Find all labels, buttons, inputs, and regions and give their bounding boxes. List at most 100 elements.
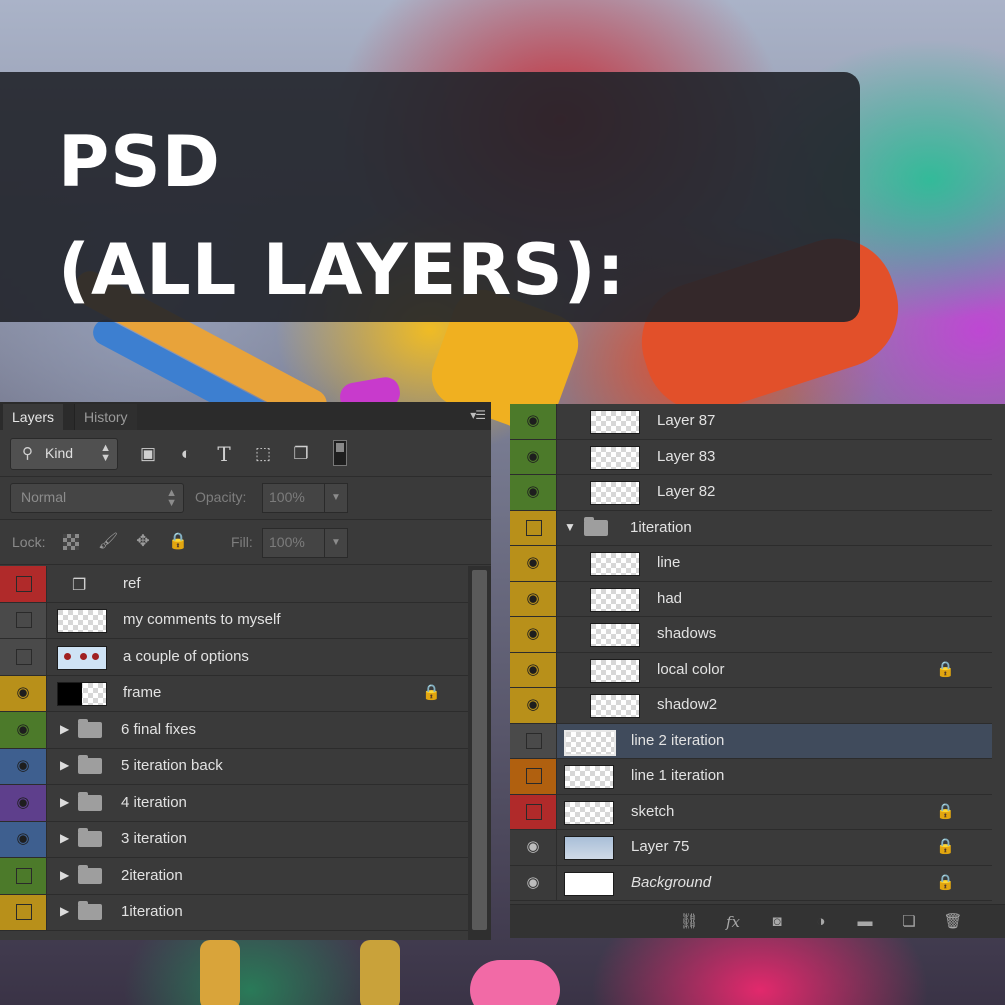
- fill-field[interactable]: 100% ▼: [262, 528, 348, 558]
- layer-row[interactable]: ◉ local color 🔒: [510, 652, 992, 688]
- visibility-cell[interactable]: ◉: [510, 688, 557, 723]
- visibility-cell[interactable]: [0, 639, 47, 675]
- panel-menu-icon[interactable]: ▾☰: [470, 408, 486, 422]
- visibility-cell[interactable]: ◉: [0, 675, 47, 711]
- visibility-cell[interactable]: [0, 602, 47, 638]
- eye-icon[interactable]: ◉: [523, 838, 543, 856]
- layer-row[interactable]: ◉ shadows: [510, 617, 992, 653]
- chevron-down-icon[interactable]: ▼: [324, 529, 347, 557]
- opacity-field[interactable]: 100% ▼: [262, 483, 348, 513]
- layer-row[interactable]: ◉ Background 🔒: [510, 865, 992, 901]
- visibility-cell[interactable]: ◉: [0, 712, 47, 748]
- lock-all-icon[interactable]: 🔒: [168, 532, 188, 552]
- expand-caret-icon[interactable]: ▶: [60, 795, 69, 809]
- visibility-cell[interactable]: ◉: [510, 404, 557, 439]
- expand-caret-icon[interactable]: ▶: [60, 722, 69, 736]
- tab-layers[interactable]: Layers: [3, 404, 64, 430]
- layer-row[interactable]: ▼ 1iteration: [510, 510, 992, 546]
- layer-row[interactable]: ▶ 2iteration: [0, 858, 468, 895]
- eye-icon[interactable]: ◉: [13, 684, 33, 702]
- lock-image-pixels-icon[interactable]: 🖌: [98, 532, 118, 552]
- eye-icon[interactable]: ◉: [523, 696, 543, 714]
- visibility-cell[interactable]: ◉: [0, 748, 47, 784]
- pixel-filter-icon[interactable]: ▣: [137, 443, 159, 465]
- lock-position-icon[interactable]: ✥: [133, 532, 153, 552]
- visibility-cell[interactable]: ◉: [510, 546, 557, 581]
- visibility-cell[interactable]: [510, 759, 557, 794]
- tab-history[interactable]: History: [74, 404, 137, 430]
- visibility-cell[interactable]: [0, 858, 47, 894]
- layer-row[interactable]: line 2 iteration: [510, 723, 992, 759]
- mask-icon[interactable]: ◙: [766, 911, 788, 933]
- layer-row[interactable]: my comments to myself: [0, 602, 468, 639]
- visibility-toggle-box[interactable]: [526, 803, 542, 820]
- type-filter-icon[interactable]: T: [213, 443, 235, 465]
- layer-row[interactable]: ◉ Layer 87: [510, 404, 992, 440]
- adjustment-filter-icon[interactable]: ◐: [175, 443, 197, 465]
- scrollbar[interactable]: [468, 566, 491, 940]
- new-group-icon[interactable]: ▬: [854, 911, 876, 933]
- eye-icon[interactable]: ◉: [13, 830, 33, 848]
- visibility-toggle-box[interactable]: [16, 904, 32, 921]
- layer-row[interactable]: ◉ line: [510, 546, 992, 582]
- visibility-cell[interactable]: ◉: [0, 821, 47, 857]
- collapse-caret-icon[interactable]: ▼: [564, 520, 576, 534]
- layer-row[interactable]: ◉ ▶ 6 final fixes: [0, 712, 468, 749]
- eye-icon[interactable]: ◉: [13, 757, 33, 775]
- layer-row[interactable]: line 1 iteration: [510, 759, 992, 795]
- visibility-cell[interactable]: ◉: [510, 439, 557, 474]
- visibility-toggle-box[interactable]: [16, 648, 32, 665]
- visibility-toggle-box[interactable]: [526, 732, 542, 749]
- layer-row[interactable]: ◉ shadow2: [510, 688, 992, 724]
- eye-icon[interactable]: ◉: [523, 483, 543, 501]
- layer-row[interactable]: ▶ 1iteration: [0, 894, 468, 931]
- layer-row[interactable]: sketch 🔒: [510, 794, 992, 830]
- filter-toggle[interactable]: [333, 440, 347, 466]
- visibility-cell[interactable]: ◉: [510, 475, 557, 510]
- visibility-cell[interactable]: [510, 510, 557, 545]
- expand-caret-icon[interactable]: ▶: [60, 904, 69, 918]
- scrollbar-thumb[interactable]: [472, 570, 487, 930]
- visibility-toggle-box[interactable]: [16, 575, 32, 592]
- visibility-toggle-box[interactable]: [526, 768, 542, 785]
- visibility-cell[interactable]: [510, 723, 557, 758]
- chevron-down-icon[interactable]: ▼: [324, 484, 347, 512]
- visibility-cell[interactable]: ◉: [510, 617, 557, 652]
- link-icon[interactable]: ⛓: [678, 911, 700, 933]
- eye-icon[interactable]: ◉: [523, 554, 543, 572]
- trash-icon[interactable]: 🗑: [942, 911, 964, 933]
- layer-row[interactable]: ◉ Layer 83: [510, 439, 992, 475]
- lock-transparent-pixels-icon[interactable]: [63, 534, 79, 550]
- visibility-cell[interactable]: ◉: [510, 581, 557, 616]
- layer-row[interactable]: ◉ frame 🔒: [0, 675, 468, 712]
- layer-row[interactable]: ◉ Layer 82: [510, 475, 992, 511]
- visibility-cell[interactable]: [0, 566, 47, 602]
- adjustment-icon[interactable]: ◑: [810, 911, 832, 933]
- visibility-cell[interactable]: ◉: [510, 830, 557, 865]
- visibility-toggle-box[interactable]: [16, 612, 32, 629]
- eye-icon[interactable]: ◉: [13, 794, 33, 812]
- visibility-toggle-box[interactable]: [16, 867, 32, 884]
- visibility-cell[interactable]: [510, 794, 557, 829]
- blend-mode-select[interactable]: Normal ▲ ▼: [10, 483, 184, 513]
- expand-caret-icon[interactable]: ▶: [60, 758, 69, 772]
- new-layer-icon[interactable]: ❏: [898, 911, 920, 933]
- smart-object-filter-icon[interactable]: ❐: [290, 443, 312, 465]
- eye-icon[interactable]: ◉: [523, 625, 543, 643]
- eye-icon[interactable]: ◉: [523, 874, 543, 892]
- visibility-toggle-box[interactable]: [526, 519, 542, 536]
- fx-icon[interactable]: fx: [722, 911, 744, 933]
- eye-icon[interactable]: ◉: [523, 661, 543, 679]
- visibility-cell[interactable]: ◉: [510, 865, 557, 900]
- layer-row[interactable]: ◉ ▶ 3 iteration: [0, 821, 468, 858]
- layer-row[interactable]: ◉ had: [510, 581, 992, 617]
- eye-icon[interactable]: ◉: [523, 590, 543, 608]
- layer-row[interactable]: ◉ Layer 75 🔒: [510, 830, 992, 866]
- expand-caret-icon[interactable]: ▶: [60, 831, 69, 845]
- eye-icon[interactable]: ◉: [13, 721, 33, 739]
- layer-row[interactable]: ❐ ref: [0, 566, 468, 603]
- shape-filter-icon[interactable]: ⬚: [252, 443, 274, 465]
- expand-caret-icon[interactable]: ▶: [60, 868, 69, 882]
- layer-row[interactable]: ◉ ▶ 4 iteration: [0, 785, 468, 822]
- visibility-cell[interactable]: ◉: [0, 785, 47, 821]
